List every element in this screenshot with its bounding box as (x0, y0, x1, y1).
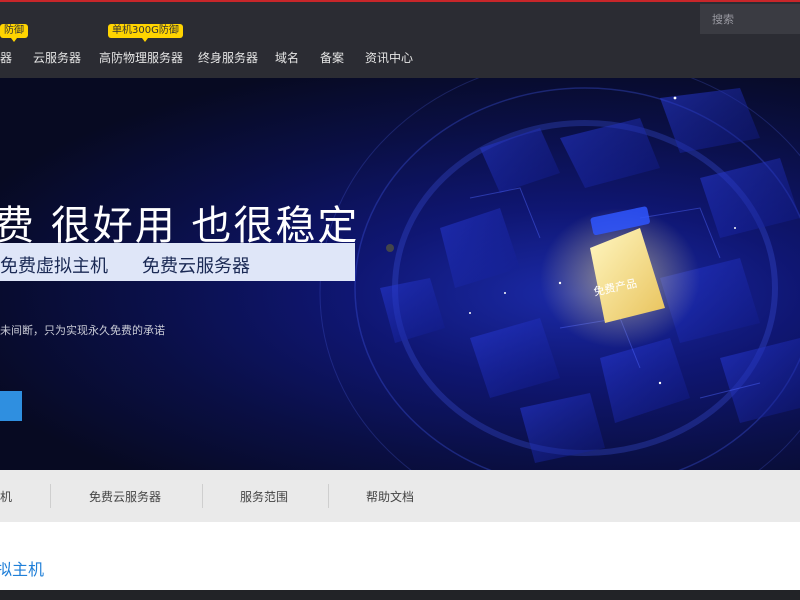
nav-item-lifetime-server[interactable]: 终身服务器 (198, 49, 258, 66)
nav-item-ddos-physical-server[interactable]: 高防物理服务器 (99, 49, 183, 66)
nav-item-icp-filing[interactable]: 备案 (320, 49, 344, 66)
nav-badge-defense: 防御 (0, 24, 28, 42)
nav-item-cloud-server[interactable]: 云服务器 (33, 49, 81, 66)
bottom-bar (0, 590, 800, 600)
subnav-divider (202, 484, 203, 508)
hero-cta-button[interactable] (0, 391, 22, 421)
hero-banner: 费 很好用 也很稳定 免费虚拟主机 免费云服务器 未间断，只为实现永久免费的承诺… (0, 78, 800, 470)
nav-item-news-center[interactable]: 资讯中心 (365, 49, 413, 66)
nav-badge-300g: 单机300G防御 (108, 24, 183, 42)
subnav-item-service-scope[interactable]: 服务范围 (240, 488, 288, 505)
subnav-divider (50, 484, 51, 508)
search-input[interactable] (700, 4, 800, 34)
subnav-item-help-docs[interactable]: 帮助文档 (366, 488, 414, 505)
top-navbar: 防御 单机300G防御 器 云服务器 高防物理服务器 终身服务器 域名 备案 资… (0, 2, 800, 78)
hero-band-free-cloud-server: 免费云服务器 (142, 256, 250, 277)
hero-description: 未间断，只为实现永久免费的承诺 (0, 324, 165, 337)
hero-band-free-virtual-host: 免费虚拟主机 (0, 256, 108, 277)
nav-item-servers[interactable]: 器 (0, 49, 12, 66)
subnav-divider (328, 484, 329, 508)
subnav-item-free-cloud-server[interactable]: 免费云服务器 (89, 488, 161, 505)
product-subnav: 机 免费云服务器 服务范围 帮助文档 (0, 470, 800, 522)
section-heading: 拟主机 (0, 560, 45, 579)
nav-item-domain[interactable]: 域名 (275, 49, 299, 66)
hero-feature-band: 免费虚拟主机 免费云服务器 (0, 243, 355, 281)
subnav-item-hosting[interactable]: 机 (0, 488, 12, 505)
